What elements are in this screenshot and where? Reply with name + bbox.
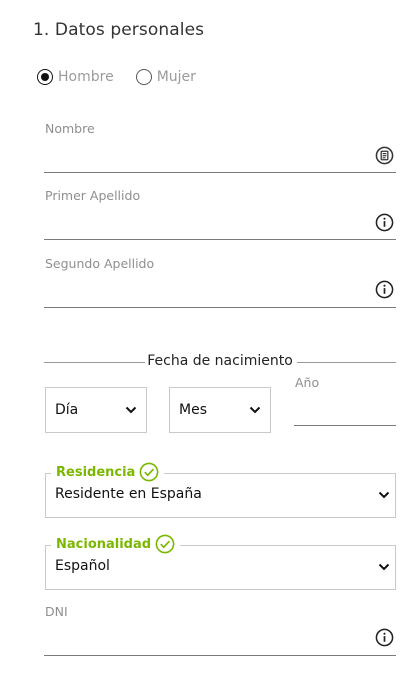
dni-label: DNI [45,604,68,619]
radio-checked-icon[interactable] [37,69,53,85]
chevron-down-icon [125,406,137,414]
residencia-select[interactable]: Residencia Residente en España [45,462,396,518]
segundo-apellido-label: Segundo Apellido [45,256,155,271]
nombre-input[interactable] [44,145,396,173]
chevron-down-icon [378,491,390,499]
radio-mujer[interactable]: Mujer [135,69,196,85]
day-select[interactable]: Día [45,387,147,433]
dni-input[interactable] [44,628,396,656]
nombre-label: Nombre [45,121,95,136]
chevron-down-icon [378,563,390,571]
radio-hombre[interactable]: Hombre [37,69,114,85]
nacionalidad-value: Español [55,558,110,574]
radio-unchecked-icon[interactable] [135,69,152,85]
contact-card-icon[interactable] [375,146,394,165]
segundo-apellido-field: Segundo Apellido [44,256,396,310]
segundo-apellido-input[interactable] [44,280,396,308]
nombre-field: Nombre [44,121,396,175]
year-label: Año [295,375,320,390]
radio-hombre-label: Hombre [58,69,114,85]
nacionalidad-label: Nacionalidad [56,536,152,552]
info-icon[interactable] [375,213,394,232]
month-select[interactable]: Mes [169,387,271,433]
residencia-legend: Residencia [51,462,165,482]
birthdate-legend: Fecha de nacimiento [44,353,396,373]
legend-divider-right [297,362,396,363]
check-circle-icon [139,462,159,482]
check-circle-icon [155,534,175,554]
residencia-label: Residencia [56,464,136,480]
info-icon[interactable] [375,628,394,647]
primer-apellido-label: Primer Apellido [45,188,141,203]
primer-apellido-input[interactable] [44,212,396,240]
gender-radio-group: Hombre Mujer [37,69,218,85]
info-icon[interactable] [375,280,394,299]
day-select-value: Día [55,402,79,418]
section-title: 1. Datos personales [33,20,205,40]
residencia-value: Residente en España [55,486,202,502]
chevron-down-icon [249,406,261,414]
year-input[interactable] [294,398,396,426]
birthdate-legend-text: Fecha de nacimiento [147,353,293,369]
radio-mujer-label: Mujer [156,69,196,85]
primer-apellido-field: Primer Apellido [44,188,396,242]
nacionalidad-select[interactable]: Nacionalidad Español [45,534,396,590]
nacionalidad-legend: Nacionalidad [51,534,181,554]
dni-field: DNI [44,604,396,658]
month-select-value: Mes [179,402,207,418]
